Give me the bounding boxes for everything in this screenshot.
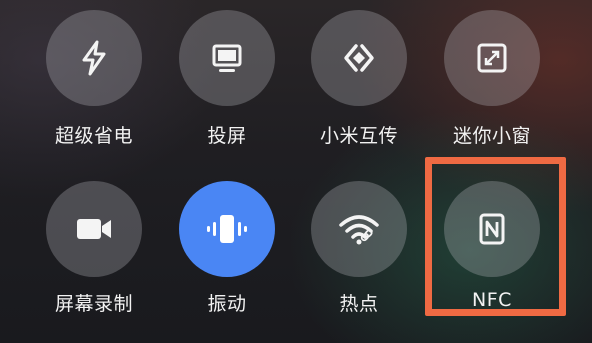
- tile-vibrate[interactable]: 振动: [161, 0, 293, 315]
- screen-record-button[interactable]: [46, 181, 142, 277]
- nfc-highlight-box: [425, 157, 566, 316]
- tile-label: 振动: [207, 293, 247, 315]
- tile-label: 屏幕录制: [54, 293, 133, 315]
- tile-nfc[interactable]: NFC: [426, 0, 558, 311]
- tile-screen-record[interactable]: 屏幕录制: [28, 0, 160, 315]
- vibrate-button[interactable]: [179, 181, 275, 277]
- tile-hotspot[interactable]: 热点: [293, 0, 425, 315]
- wifi-hotspot-icon: [337, 209, 381, 249]
- hotspot-button[interactable]: [311, 181, 407, 277]
- vibrate-icon: [205, 209, 249, 249]
- video-camera-icon: [73, 209, 115, 249]
- tile-label: 热点: [339, 293, 379, 315]
